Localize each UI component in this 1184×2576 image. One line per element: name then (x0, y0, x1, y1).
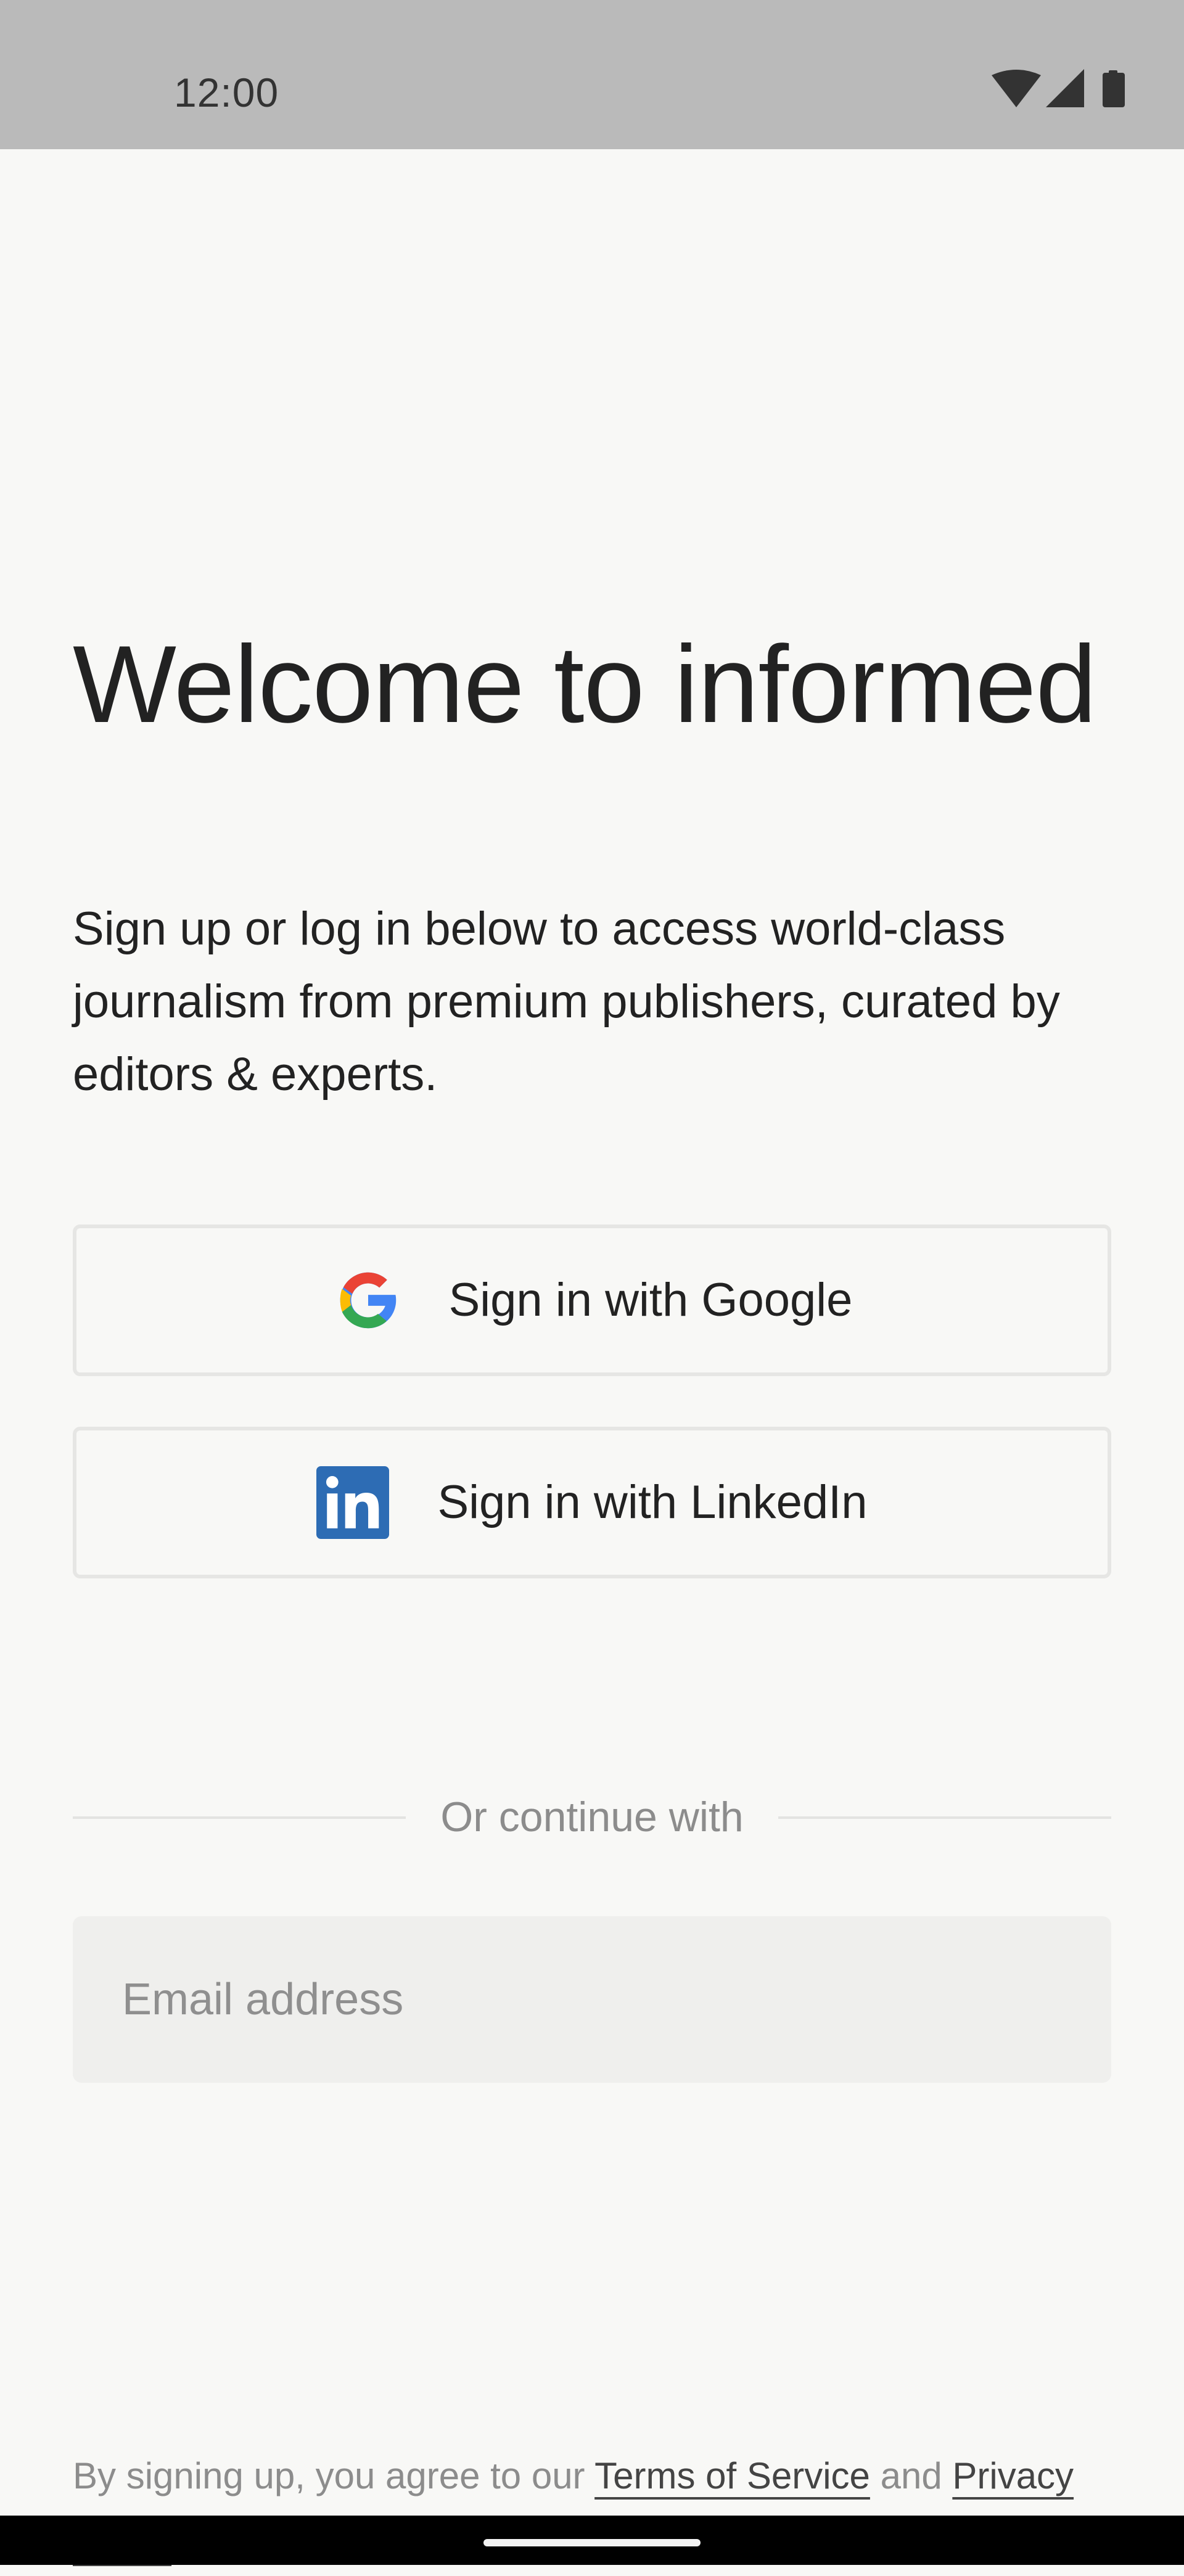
google-button-content: Sign in with Google (332, 1264, 853, 1337)
wifi-icon (992, 70, 1041, 107)
navigation-bar (0, 2516, 1184, 2565)
legal-prefix: By signing up, you agree to our (73, 2455, 595, 2496)
google-icon (332, 1264, 405, 1337)
divider-line-right (778, 1816, 1111, 1819)
sign-in-with-google-button[interactable]: Sign in with Google (73, 1224, 1111, 1376)
welcome-title: Welcome to informed (73, 623, 1096, 745)
linkedin-button-content: Sign in with LinkedIn (316, 1466, 868, 1539)
linkedin-button-label: Sign in with LinkedIn (437, 1476, 868, 1528)
status-icons (992, 69, 1131, 109)
email-address-input[interactable] (73, 1916, 1111, 2083)
or-continue-divider: Or continue with (73, 1789, 1111, 1845)
legal-conjunction: and (870, 2455, 953, 2496)
sign-in-with-linkedin-button[interactable]: Sign in with LinkedIn (73, 1427, 1111, 1578)
welcome-subtitle: Sign up or log in below to access world-… (73, 903, 1060, 1101)
status-bar: 12:00 (0, 0, 1184, 149)
battery-icon (1103, 70, 1125, 107)
cellular-signal-icon (1046, 69, 1084, 107)
google-button-label: Sign in with Google (448, 1274, 853, 1326)
linkedin-icon (316, 1466, 390, 1539)
status-time: 12:00 (174, 70, 279, 115)
terms-of-service-link[interactable]: Terms of Service (594, 2455, 870, 2496)
home-indicator[interactable] (483, 2539, 701, 2546)
